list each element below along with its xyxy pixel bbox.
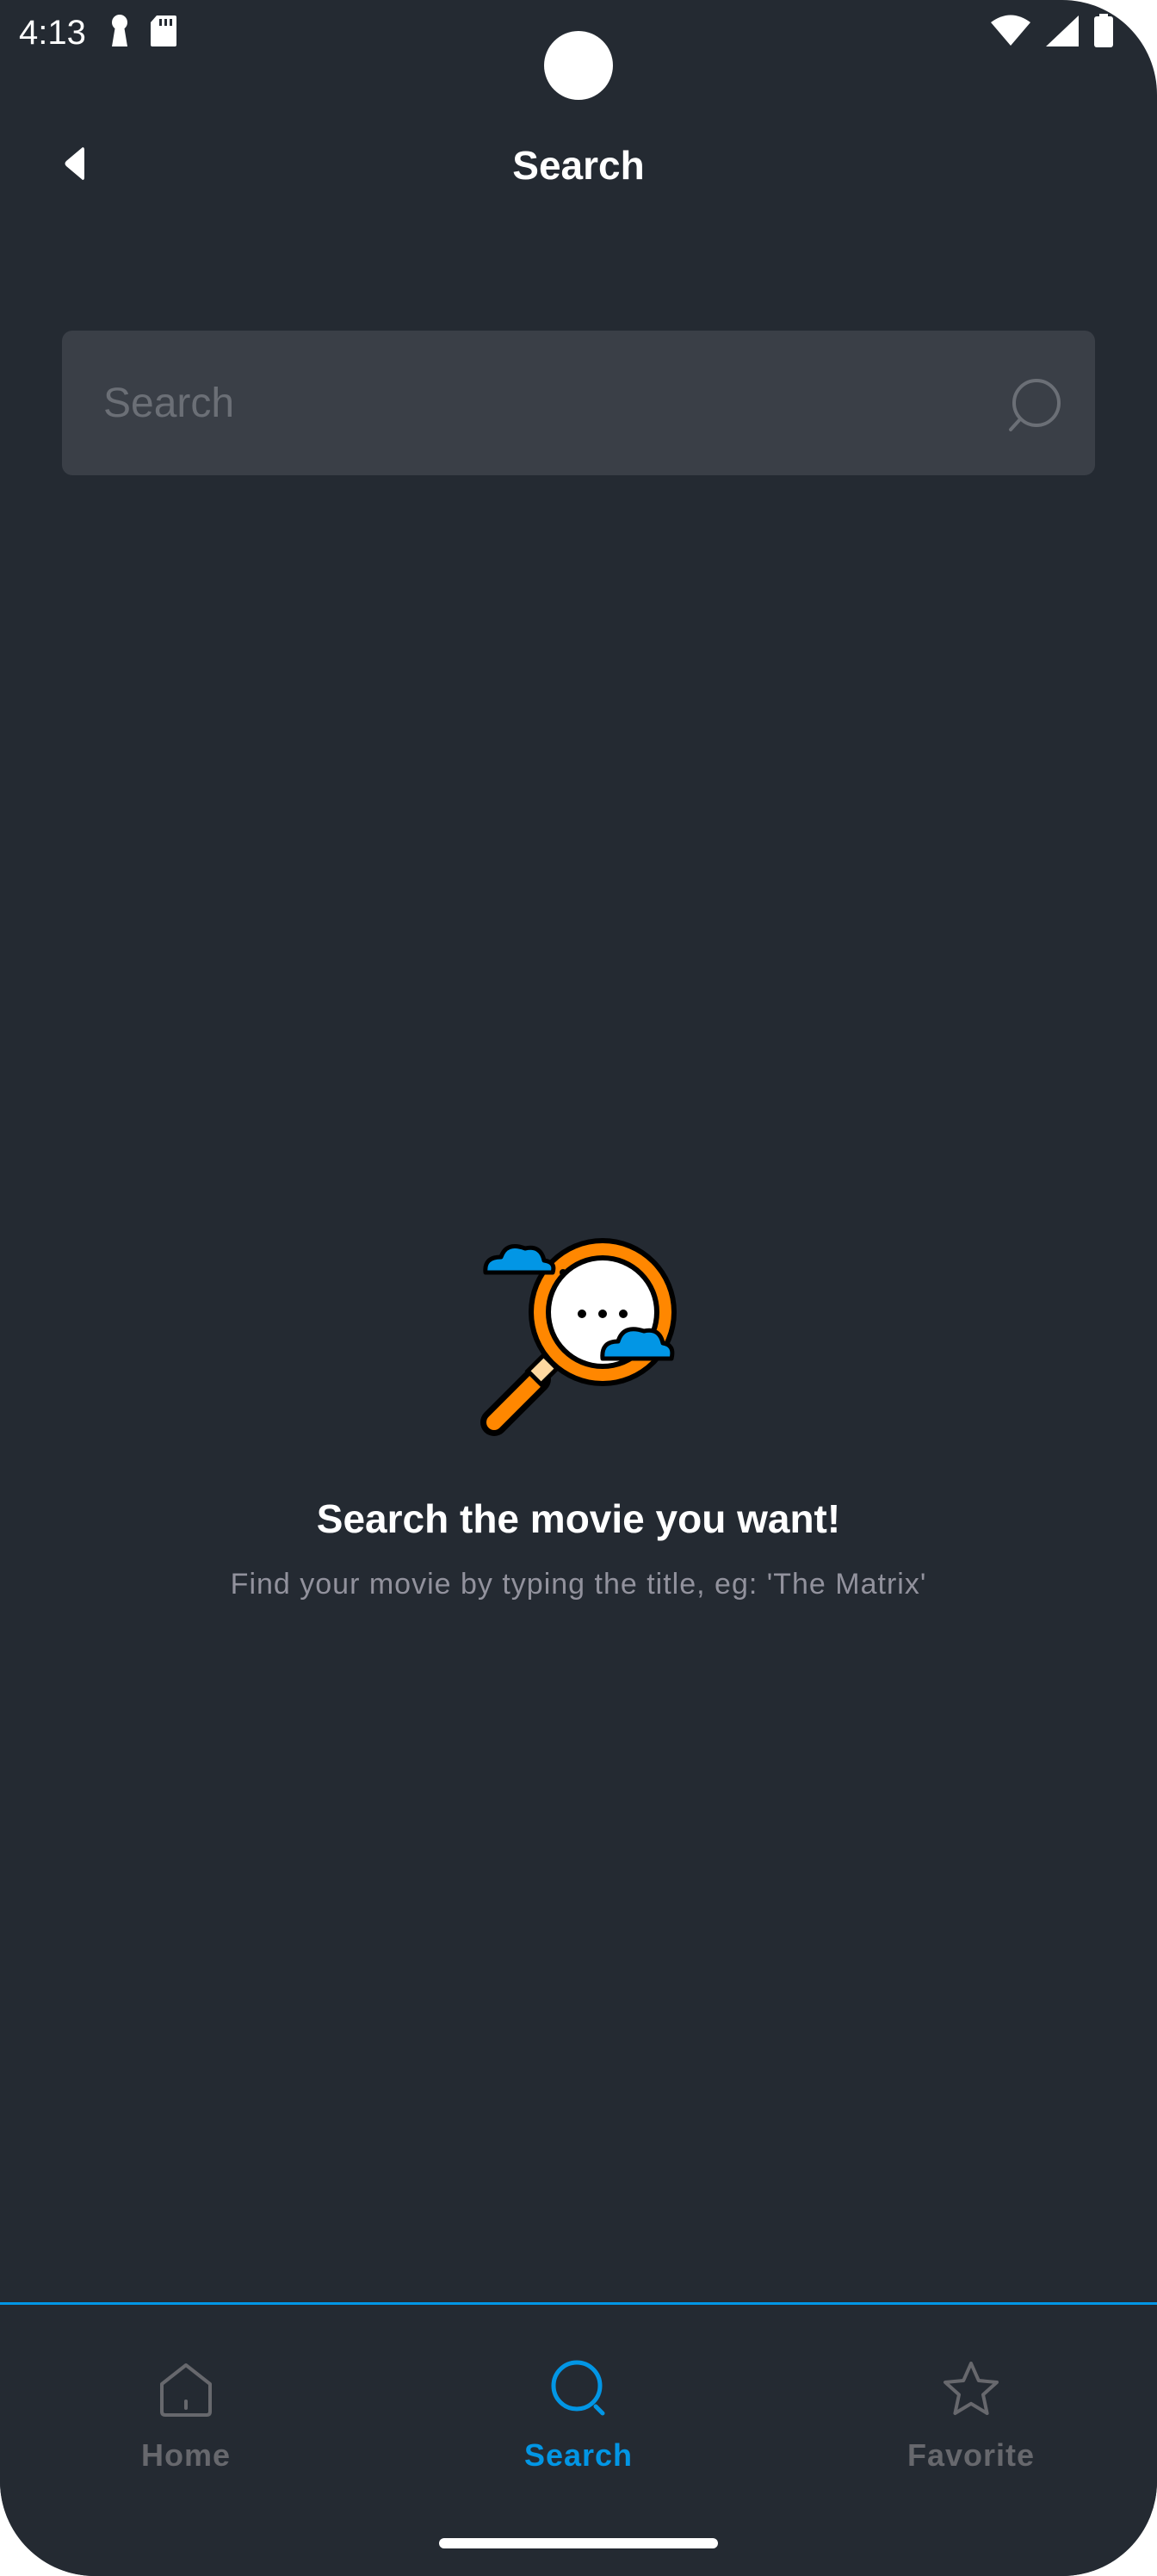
nav-item-favorite[interactable]: Favorite xyxy=(842,2355,1100,2492)
nav-item-search[interactable]: Search xyxy=(449,2355,708,2492)
bottom-nav: Home Search Favorite xyxy=(0,2302,1157,2576)
signal-icon xyxy=(1045,15,1080,52)
home-icon xyxy=(152,2355,220,2424)
header: Search xyxy=(0,121,1157,210)
wifi-icon xyxy=(990,15,1031,52)
magnifier-with-clouds-illustration xyxy=(475,1223,690,1438)
nav-label-favorite: Favorite xyxy=(906,2437,1036,2473)
empty-state-title: Search the movie you want! xyxy=(316,1496,841,1541)
nav-label-search: Search xyxy=(523,2437,634,2473)
page-title: Search xyxy=(512,143,645,188)
search-input[interactable] xyxy=(103,331,964,475)
app-screen: 4:13 Search Search Search the movie you … xyxy=(0,0,1157,2576)
empty-state-subtitle: Find your movie by typing the title, eg:… xyxy=(230,1568,927,1601)
status-time: 4:13 xyxy=(19,14,86,52)
keyhole-icon xyxy=(108,14,131,53)
camera-cutout xyxy=(544,31,613,100)
search-icon[interactable] xyxy=(1005,375,1064,434)
search-icon xyxy=(544,2355,613,2424)
home-indicator[interactable] xyxy=(439,2538,718,2548)
sd-card-icon xyxy=(150,15,177,52)
nav-label-home: Home xyxy=(140,2437,232,2473)
back-arrow-icon xyxy=(62,145,86,187)
status-left-icons xyxy=(108,14,177,53)
nav-item-home[interactable]: Home xyxy=(57,2355,315,2492)
status-right-icons xyxy=(990,14,1114,53)
battery-icon xyxy=(1093,14,1114,53)
search-box xyxy=(62,331,1095,475)
star-icon xyxy=(937,2355,1005,2424)
back-button[interactable] xyxy=(48,139,100,191)
